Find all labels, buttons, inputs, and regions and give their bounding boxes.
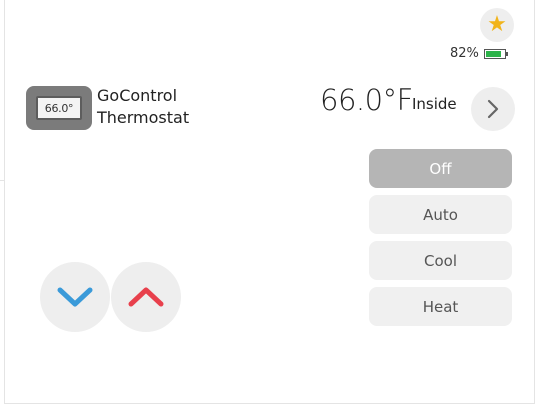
increase-setpoint-button[interactable] xyxy=(111,262,181,332)
mode-heat-button[interactable]: Heat xyxy=(369,287,512,326)
device-screen-text: 66.0° xyxy=(44,101,74,115)
mode-off-button[interactable]: Off xyxy=(369,149,512,188)
mode-cool-label: Cool xyxy=(424,251,457,270)
decrease-setpoint-button[interactable] xyxy=(40,262,110,332)
current-temperature: 66.0°F xyxy=(320,83,413,117)
thermostat-device-icon: 66.0° xyxy=(26,86,92,130)
mode-auto-button[interactable]: Auto xyxy=(369,195,512,234)
chevron-down-icon xyxy=(57,287,93,307)
battery-cap xyxy=(505,51,508,56)
battery-icon xyxy=(483,48,508,59)
chevron-up-icon xyxy=(128,287,164,307)
star-icon: ★ xyxy=(487,12,507,37)
battery-percent: 82% xyxy=(450,46,479,61)
battery-status: 82% xyxy=(450,46,508,61)
device-name: GoControl Thermostat xyxy=(97,85,227,129)
battery-level-fill xyxy=(485,50,501,57)
favorite-button[interactable]: ★ xyxy=(480,8,514,42)
device-screen: 66.0° xyxy=(36,96,82,120)
mode-auto-label: Auto xyxy=(423,205,458,224)
mode-heat-label: Heat xyxy=(422,297,459,316)
mode-selector: Off Auto Cool Heat xyxy=(369,149,512,333)
mode-cool-button[interactable]: Cool xyxy=(369,241,512,280)
device-name-line1: GoControl xyxy=(97,86,178,105)
temperature-label: Inside xyxy=(412,95,457,113)
details-button[interactable] xyxy=(471,87,515,131)
chevron-right-icon xyxy=(487,99,499,119)
device-name-line2: Thermostat xyxy=(97,108,190,127)
mode-off-label: Off xyxy=(429,159,452,178)
page: ★ 82% 66.0° GoControl Thermostat 66.0°F … xyxy=(0,0,560,410)
